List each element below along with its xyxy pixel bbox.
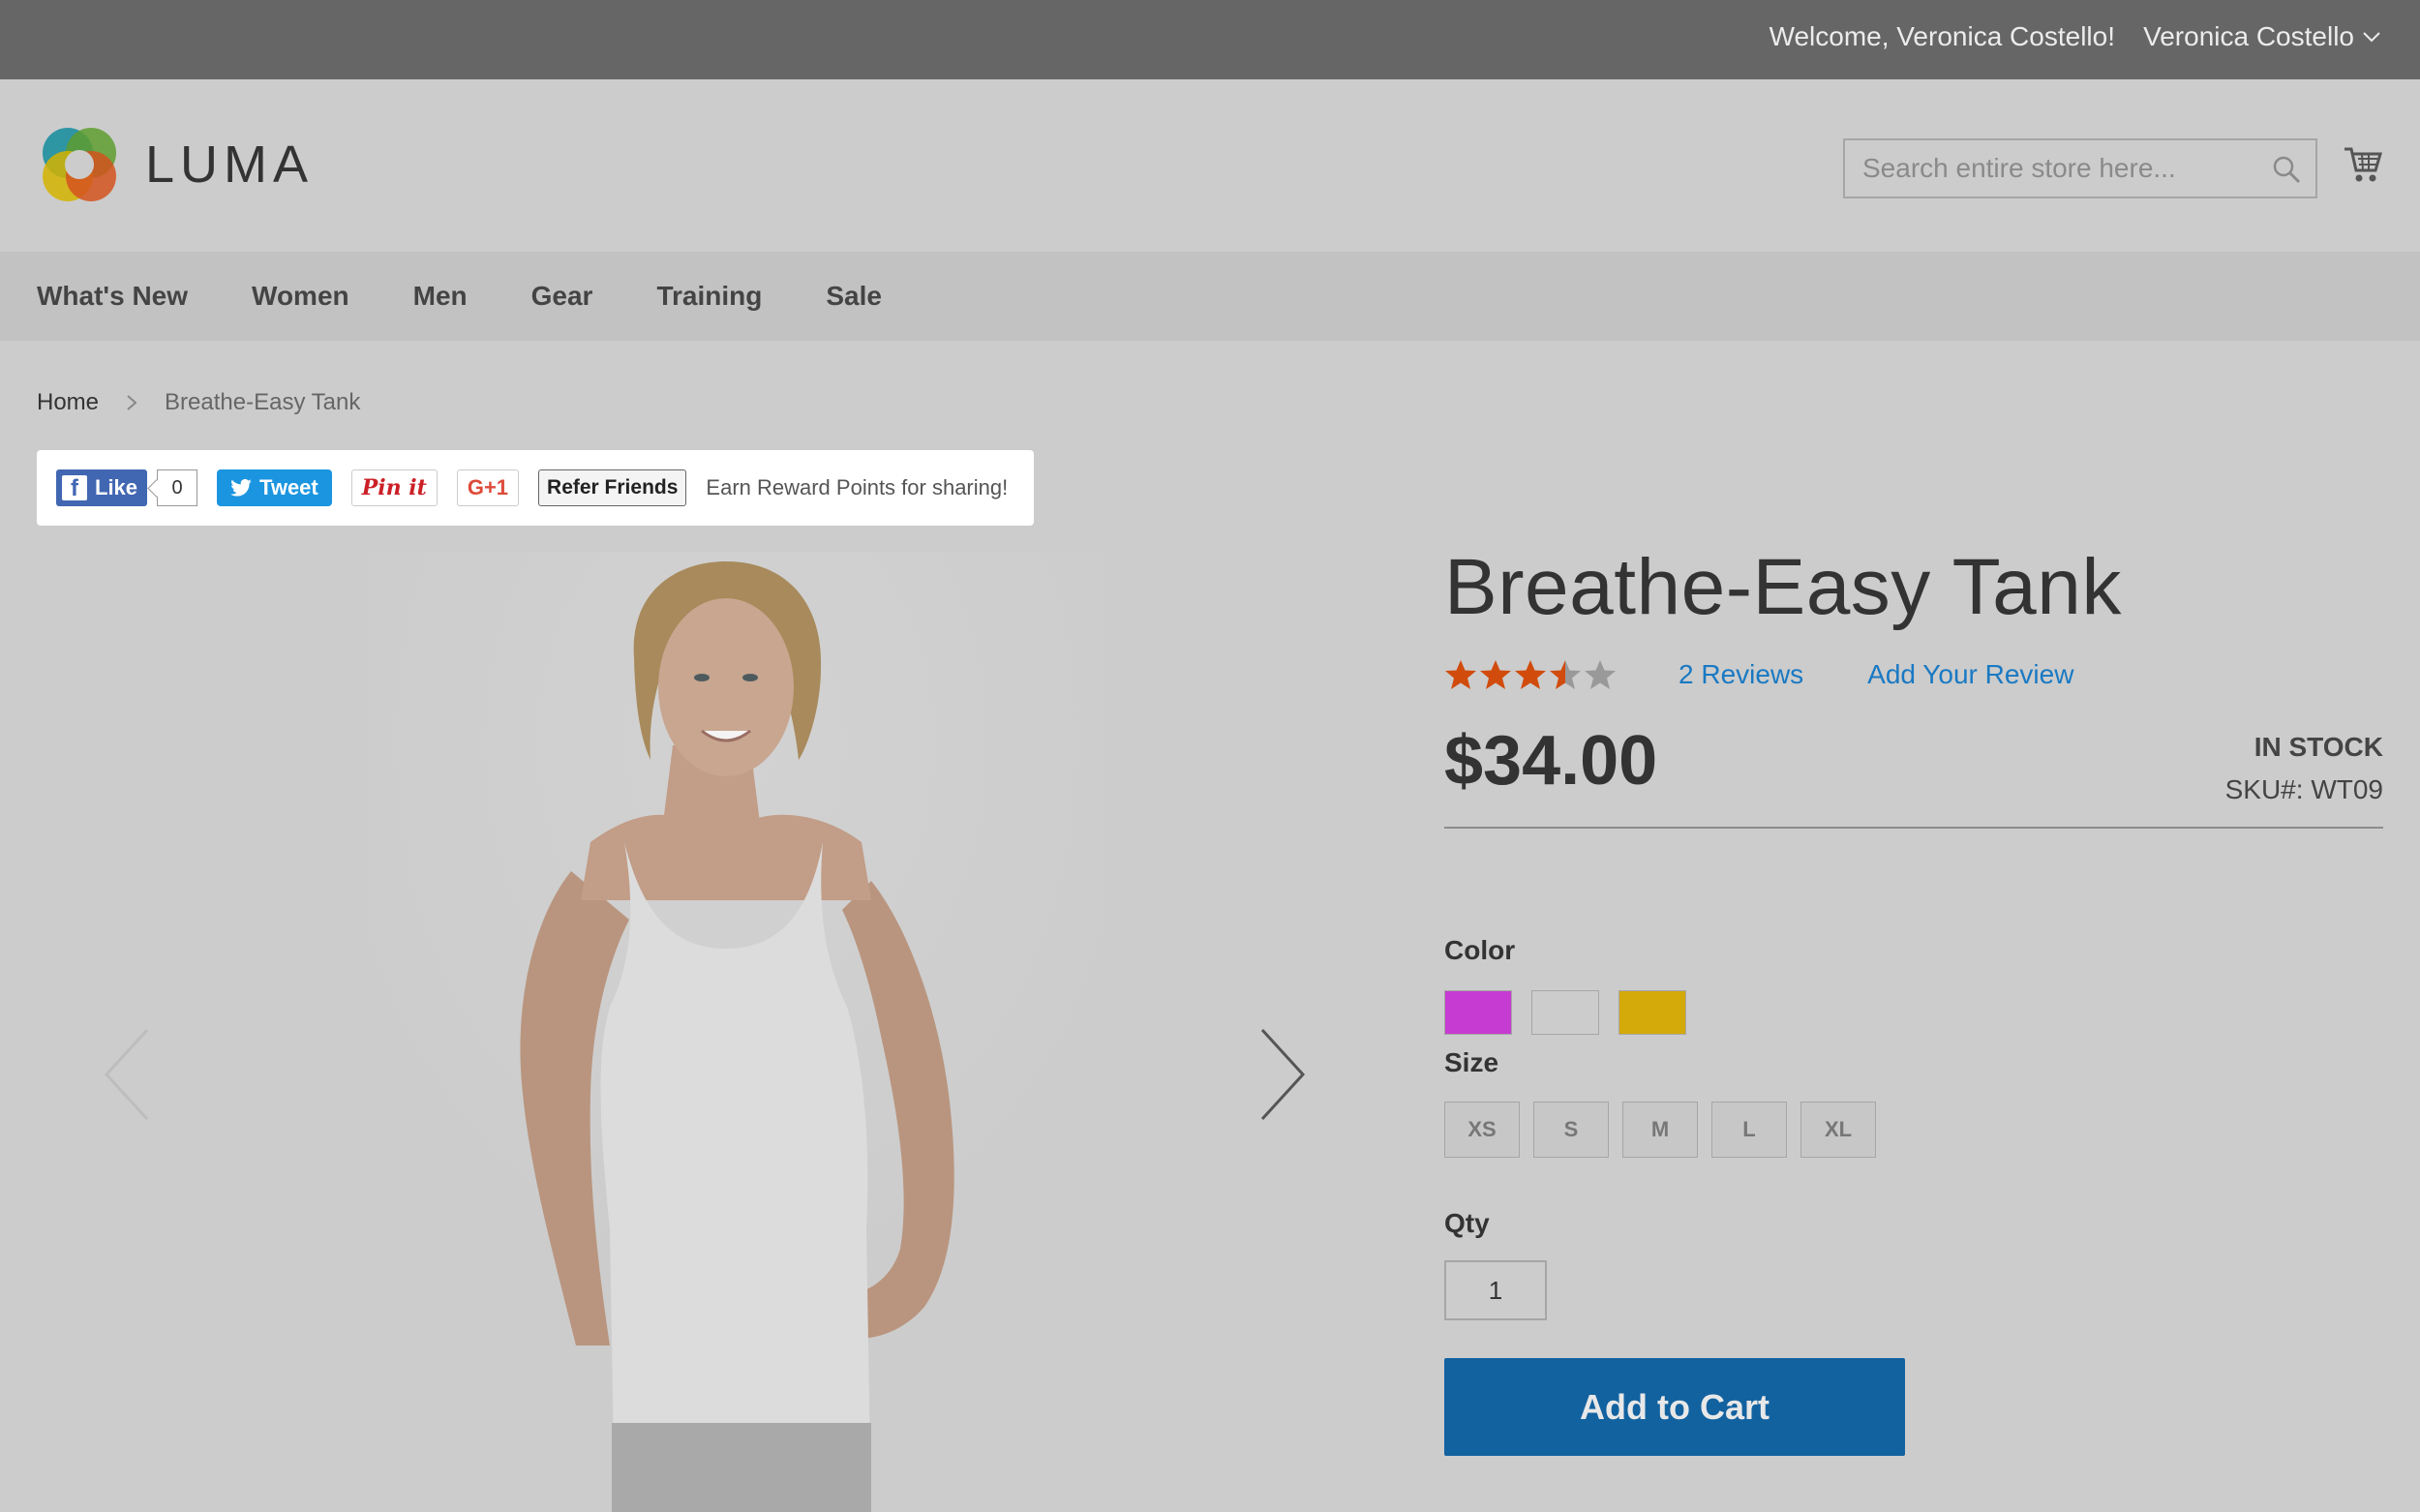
breadcrumb-current: Breathe-Easy Tank: [165, 389, 361, 415]
main-nav: What's New Women Men Gear Training Sale: [0, 252, 2420, 341]
color-swatch-purple[interactable]: [1444, 990, 1512, 1035]
reviews-link[interactable]: 2 Reviews: [1679, 659, 1803, 690]
logo[interactable]: LUMA: [37, 122, 314, 207]
nav-item-training[interactable]: Training: [656, 281, 762, 312]
top-bar: Welcome, Veronica Costello! Veronica Cos…: [0, 0, 2420, 79]
add-review-link[interactable]: Add Your Review: [1867, 659, 2073, 690]
stock-status: IN STOCK: [2254, 732, 2383, 762]
nav-item-whats-new[interactable]: What's New: [37, 281, 188, 312]
size-option-xs[interactable]: XS: [1444, 1102, 1520, 1158]
facebook-like-label: Like: [95, 475, 138, 499]
tweet-button[interactable]: Tweet: [217, 469, 332, 506]
product-title: Breathe-Easy Tank: [1444, 543, 2122, 631]
star-icon: [1585, 660, 1616, 689]
size-label: Size: [1444, 1047, 1499, 1077]
star-icon: [1515, 660, 1546, 689]
nav-item-men[interactable]: Men: [413, 281, 468, 312]
color-label: Color: [1444, 935, 1516, 965]
cart-icon[interactable]: [2343, 143, 2383, 186]
site-header: LUMA: [0, 79, 2420, 252]
size-options: XS S M L XL: [1444, 1102, 1876, 1158]
star-icon: [1550, 660, 1581, 689]
nav-item-sale[interactable]: Sale: [826, 281, 882, 312]
account-name: Veronica Costello: [2143, 21, 2354, 51]
rating-row: 2 Reviews Add Your Review: [1444, 658, 2073, 691]
qty-input[interactable]: [1444, 1260, 1547, 1320]
color-swatches: [1444, 990, 1686, 1035]
account-menu[interactable]: Veronica Costello: [2143, 21, 2381, 52]
size-option-l[interactable]: L: [1711, 1102, 1787, 1158]
logo-wordmark: LUMA: [145, 136, 315, 194]
product-sku: SKU#: WT09: [2224, 774, 2383, 804]
star-icon: [1445, 660, 1476, 689]
search-input[interactable]: [1845, 140, 2252, 197]
google-plus-button[interactable]: G+1: [456, 469, 520, 506]
nav-item-gear[interactable]: Gear: [531, 281, 593, 312]
divider: [1444, 827, 2383, 829]
share-bar: f Like 0 Tweet Pin it G+1 Refer Friends …: [37, 450, 1034, 526]
gallery-next-arrow-icon[interactable]: [1255, 1026, 1309, 1123]
chevron-down-icon: [2363, 32, 2380, 43]
star-icon: [1480, 660, 1511, 689]
qty-label: Qty: [1444, 1208, 1490, 1238]
breadcrumb: Home Breathe-Easy Tank: [37, 389, 360, 416]
tweet-label: Tweet: [259, 475, 318, 499]
welcome-message: Welcome, Veronica Costello!: [1769, 21, 2115, 51]
refer-friends-button[interactable]: Refer Friends: [538, 469, 687, 506]
size-option-xl[interactable]: XL: [1800, 1102, 1876, 1158]
search-icon[interactable]: [2271, 154, 2302, 185]
color-swatch-white[interactable]: [1531, 990, 1599, 1035]
gallery-prev-arrow-icon[interactable]: [101, 1026, 155, 1123]
product-image: [368, 552, 1104, 1512]
earn-points-text: Earn Reward Points for sharing!: [706, 475, 1009, 499]
facebook-icon: f: [62, 475, 87, 500]
size-option-s[interactable]: S: [1533, 1102, 1609, 1158]
twitter-icon: [230, 479, 252, 497]
color-swatch-yellow[interactable]: [1618, 990, 1686, 1035]
luma-logo-icon: [43, 128, 116, 201]
facebook-like-button[interactable]: f Like: [56, 469, 148, 506]
pinterest-button[interactable]: Pin it: [350, 469, 438, 506]
search-box: [1843, 138, 2317, 198]
add-to-cart-button[interactable]: Add to Cart: [1444, 1358, 1905, 1456]
nav-item-women[interactable]: Women: [252, 281, 349, 312]
product-gallery: [0, 552, 1375, 1512]
facebook-like-count: 0: [157, 469, 198, 506]
product-price: $34.00: [1444, 722, 1658, 800]
chevron-right-icon: [127, 395, 137, 410]
rating-stars: [1444, 658, 1617, 691]
size-option-m[interactable]: M: [1622, 1102, 1698, 1158]
breadcrumb-home[interactable]: Home: [37, 389, 99, 416]
